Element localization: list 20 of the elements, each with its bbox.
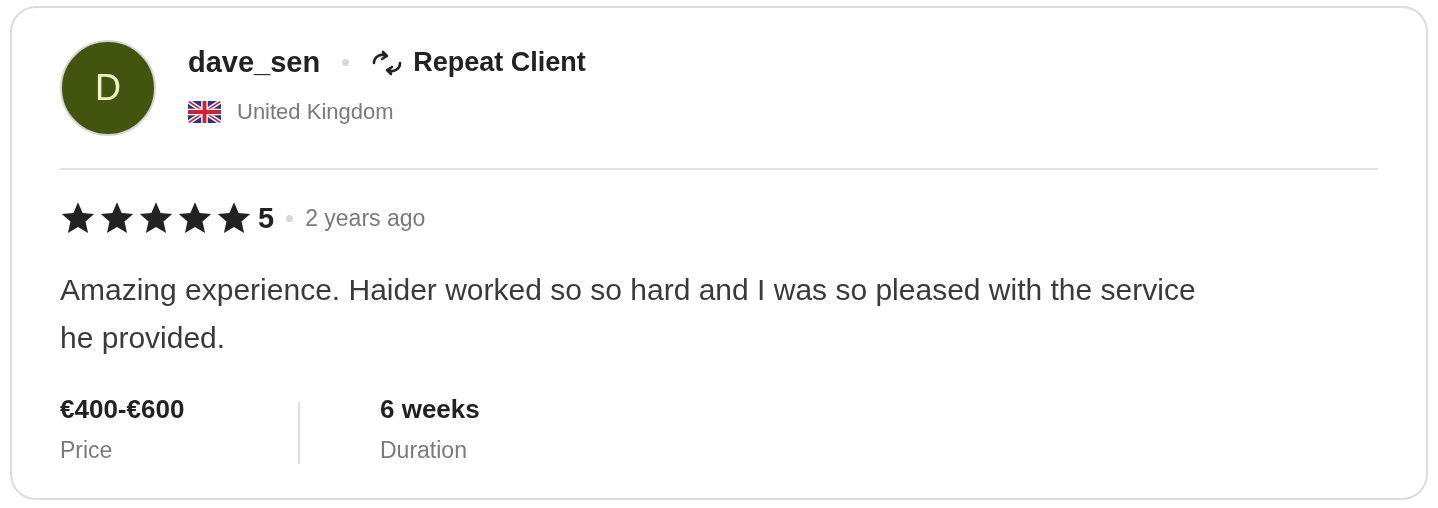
repeat-icon — [371, 49, 404, 76]
star-icon — [99, 200, 135, 236]
star-icon — [138, 200, 174, 236]
repeat-client-label: Repeat Client — [413, 47, 586, 78]
reviewer-name: dave_sen — [188, 46, 321, 79]
country: United Kingdom — [237, 99, 394, 125]
stat-label: Duration — [380, 437, 468, 464]
flag-icon — [188, 101, 221, 123]
star-icon — [216, 200, 252, 236]
separator-dot — [342, 59, 350, 66]
review-date: 2 years ago — [305, 204, 426, 232]
rating-score: 5 — [258, 201, 275, 235]
stat-value: 6 weeks — [380, 394, 481, 425]
separator-dot — [286, 214, 294, 222]
stat-value: €400-€600 — [60, 394, 186, 425]
star-icon — [177, 200, 213, 236]
avatar: D — [60, 40, 156, 136]
review-text: Amazing experience. Haider worked so so hard and I was so pleased with the service he provided. — [60, 272, 1197, 356]
stat-label: Price — [60, 437, 114, 464]
star-icon — [60, 200, 96, 236]
